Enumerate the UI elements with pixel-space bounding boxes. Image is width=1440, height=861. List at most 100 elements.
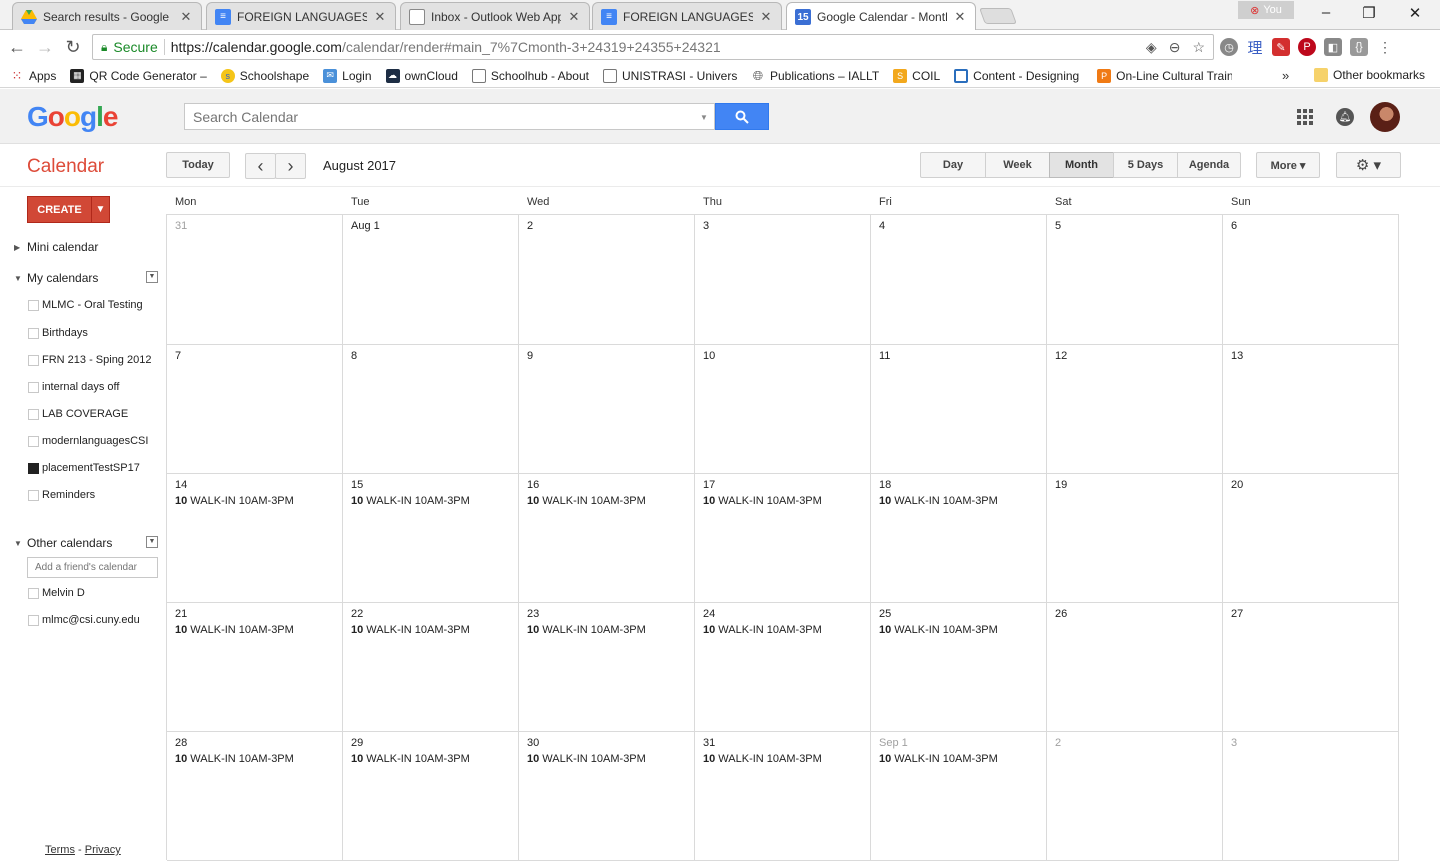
day-cell[interactable]: 13	[1223, 345, 1399, 474]
day-cell[interactable]: 31 10 WALK-IN 10AM-3PM	[695, 732, 871, 861]
extension-grey-icon[interactable]: ◧	[1324, 38, 1342, 56]
calendar-checkbox[interactable]	[28, 354, 39, 366]
bookmark-unistrasi[interactable]: UNISTRASI - Universit	[602, 68, 737, 83]
calendar-checkbox[interactable]	[28, 614, 39, 626]
day-number[interactable]: 18	[879, 479, 1038, 491]
bookmark-owncloud[interactable]: ☁ ownCloud	[385, 68, 458, 83]
close-tab-icon[interactable]: ✕	[953, 9, 967, 25]
day-number[interactable]: 8	[351, 350, 510, 362]
my-calendars-menu-icon[interactable]: ▼	[146, 271, 158, 283]
address-bar[interactable]: 🔒︎ Secure https://calendar.google.com/ca…	[92, 34, 1214, 60]
calendar-item-lab-coverage[interactable]: LAB COVERAGE	[28, 408, 128, 420]
event-chip[interactable]: 10 WALK-IN 10AM-3PM	[879, 495, 1038, 507]
prev-button[interactable]: ‹	[245, 153, 276, 179]
avatar[interactable]	[1370, 102, 1400, 132]
more-button[interactable]: More ▾	[1256, 152, 1320, 178]
day-number[interactable]: 19	[1055, 479, 1214, 491]
day-cell[interactable]: Aug 1	[343, 215, 519, 345]
extension-bracket-icon[interactable]: {}	[1350, 38, 1368, 56]
today-button[interactable]: Today	[166, 152, 230, 178]
view-agenda-button[interactable]: Agenda	[1177, 152, 1241, 178]
calendar-checkbox[interactable]	[28, 381, 39, 393]
bookmark-apps[interactable]: ⁙ Apps	[10, 68, 57, 83]
event-chip[interactable]: 10 WALK-IN 10AM-3PM	[879, 624, 1038, 636]
day-cell[interactable]: 21 10 WALK-IN 10AM-3PM	[167, 603, 343, 732]
day-cell[interactable]: 5	[1047, 215, 1223, 345]
calendar-item-frn-213[interactable]: FRN 213 - Sping 2012	[28, 354, 151, 366]
day-number[interactable]: 24	[703, 608, 862, 620]
day-cell[interactable]: 9	[519, 345, 695, 474]
calendar-item-modernlanguagescsi[interactable]: modernlanguagesCSI	[28, 435, 148, 447]
eye-icon[interactable]: ◈	[1146, 39, 1157, 56]
day-number[interactable]: 25	[879, 608, 1038, 620]
day-number[interactable]: 12	[1055, 350, 1214, 362]
day-cell[interactable]: 25 10 WALK-IN 10AM-3PM	[871, 603, 1047, 732]
day-cell[interactable]: 4	[871, 215, 1047, 345]
view-month-button[interactable]: Month	[1049, 152, 1114, 178]
notifications-icon[interactable]: 🔔︎	[1336, 108, 1354, 126]
calendar-item-mlmc-email[interactable]: mlmc@csi.cuny.edu	[28, 614, 140, 626]
maximize-icon[interactable]: ❐	[1357, 4, 1381, 22]
calendar-item-reminders[interactable]: Reminders	[28, 489, 95, 501]
day-number[interactable]: 13	[1231, 350, 1390, 362]
day-number[interactable]: 2	[527, 220, 686, 232]
day-number[interactable]: 14	[175, 479, 334, 491]
event-chip[interactable]: 10 WALK-IN 10AM-3PM	[527, 624, 686, 636]
extension-clock-icon[interactable]: ◷	[1220, 38, 1238, 56]
day-cell[interactable]: 2	[519, 215, 695, 345]
close-window-icon[interactable]: ✕	[1403, 4, 1427, 22]
calendar-checkbox-checked[interactable]	[28, 462, 39, 474]
calendar-checkbox[interactable]	[28, 327, 39, 339]
create-dropdown-icon[interactable]: ▼	[91, 197, 109, 222]
day-number[interactable]: 22	[351, 608, 510, 620]
other-calendars-toggle[interactable]: ▼ Other calendars	[14, 536, 112, 550]
day-cell[interactable]: 6	[1223, 215, 1399, 345]
event-chip[interactable]: 10 WALK-IN 10AM-3PM	[703, 495, 862, 507]
bookmark-coil[interactable]: S COIL	[893, 68, 940, 83]
calendar-item-internal-days-off[interactable]: internal days off	[28, 381, 119, 393]
profile-button[interactable]: ⊗ You	[1238, 1, 1294, 19]
event-chip[interactable]: 10 WALK-IN 10AM-3PM	[351, 753, 510, 765]
new-tab-button[interactable]	[979, 8, 1017, 24]
day-cell[interactable]: 16 10 WALK-IN 10AM-3PM	[519, 474, 695, 603]
google-logo[interactable]: Google	[27, 101, 118, 133]
search-input[interactable]	[184, 103, 715, 130]
calendar-checkbox[interactable]	[28, 299, 39, 311]
day-cell[interactable]: 24 10 WALK-IN 10AM-3PM	[695, 603, 871, 732]
minimize-icon[interactable]: –	[1314, 4, 1338, 21]
day-number[interactable]: 2	[1055, 737, 1214, 749]
bookmark-schoolshape[interactable]: s Schoolshape	[220, 68, 309, 83]
calendar-item-birthdays[interactable]: Birthdays	[28, 327, 88, 339]
day-number[interactable]: 30	[527, 737, 686, 749]
day-cell[interactable]: 14 10 WALK-IN 10AM-3PM	[167, 474, 343, 603]
zoom-icon[interactable]: ⊖	[1169, 39, 1181, 56]
search-button[interactable]	[715, 103, 769, 130]
day-number[interactable]: 11	[879, 350, 1038, 362]
day-cell[interactable]: 17 10 WALK-IN 10AM-3PM	[695, 474, 871, 603]
day-number[interactable]: 27	[1231, 608, 1390, 620]
calendar-checkbox[interactable]	[28, 489, 39, 501]
day-number[interactable]: 31	[175, 220, 334, 232]
settings-button[interactable]: ⚙ ▾	[1336, 152, 1401, 178]
close-tab-icon[interactable]: ✕	[373, 9, 387, 25]
day-cell[interactable]: 23 10 WALK-IN 10AM-3PM	[519, 603, 695, 732]
pinterest-icon[interactable]: P	[1298, 38, 1316, 56]
event-chip[interactable]: 10 WALK-IN 10AM-3PM	[879, 753, 1038, 765]
day-cell[interactable]: 12	[1047, 345, 1223, 474]
calendar-checkbox[interactable]	[28, 408, 39, 420]
calendar-item-melvin-d[interactable]: Melvin D	[28, 587, 85, 599]
day-cell[interactable]: 3	[695, 215, 871, 345]
day-cell[interactable]: 8	[343, 345, 519, 474]
day-cell[interactable]: 10	[695, 345, 871, 474]
day-cell[interactable]: 11	[871, 345, 1047, 474]
day-number[interactable]: Sep 1	[879, 737, 1038, 749]
day-cell[interactable]: 30 10 WALK-IN 10AM-3PM	[519, 732, 695, 861]
day-number[interactable]: 15	[351, 479, 510, 491]
day-cell[interactable]: 15 10 WALK-IN 10AM-3PM	[343, 474, 519, 603]
event-chip[interactable]: 10 WALK-IN 10AM-3PM	[351, 495, 510, 507]
next-button[interactable]: ›	[275, 153, 306, 179]
day-cell[interactable]: 3	[1223, 732, 1399, 861]
event-chip[interactable]: 10 WALK-IN 10AM-3PM	[175, 495, 334, 507]
terms-link[interactable]: Terms	[45, 844, 75, 856]
browser-tab-outlook[interactable]: Inbox - Outlook Web App ✕	[400, 2, 590, 30]
